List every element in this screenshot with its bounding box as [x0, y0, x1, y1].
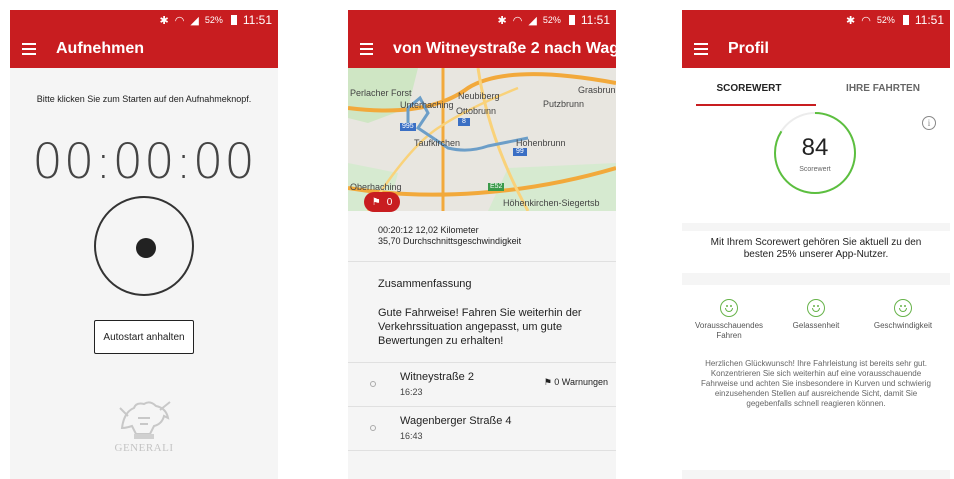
- route-point-icon: [370, 425, 376, 431]
- metric-geschwindigkeit[interactable]: Geschwindigkeit: [860, 299, 946, 341]
- map-label: Grasbrunn: [578, 85, 616, 95]
- trip-stats-line1: 00:20:12 12,02 Kilometer: [378, 225, 479, 235]
- trip-detail-screen: ✱ ◠ ◢ 52% 11:51 von Witneystraße 2 nach …: [348, 10, 616, 479]
- warnings-count: ⚑ 0 Warnungen: [544, 377, 608, 388]
- status-bar: ✱ ◠ ◢ 52% 11:51: [10, 10, 278, 30]
- road-shield: E52: [490, 183, 503, 190]
- metric-label: Geschwindigkeit: [873, 321, 933, 330]
- route-map[interactable]: Perlacher Forst Neubiberg Grasbrunn Unte…: [348, 68, 616, 211]
- map-label: Taufkirchen: [414, 138, 461, 148]
- score-note: Mit Ihrem Scorewert gehören Sie aktuell …: [682, 231, 950, 273]
- hamburger-menu-icon[interactable]: [360, 43, 374, 55]
- battery-percent: 52%: [876, 15, 895, 25]
- route-address: Wagenberger Straße 4: [400, 415, 512, 427]
- record-screen: ✱ ◠ ◢ 52% 11:51 Aufnehmen Bitte klicken …: [10, 10, 278, 479]
- record-hint: Bitte klicken Sie zum Starten auf den Au…: [36, 94, 252, 104]
- page-title: Profil: [728, 40, 769, 57]
- map-label: Oberhaching: [350, 182, 402, 192]
- battery-icon: [902, 15, 909, 25]
- route-time: 16:43: [400, 431, 423, 441]
- driving-metrics: Vorausschauendes Fahren Gelassenheit Ges…: [682, 285, 950, 470]
- map-label: Putzbrunn: [543, 99, 585, 109]
- score-value: 84: [801, 134, 829, 161]
- hamburger-menu-icon[interactable]: [694, 43, 708, 55]
- map-label: Perlacher Forst: [350, 88, 412, 98]
- bluetooth-icon: ✱: [497, 14, 507, 27]
- congrats-text: Herzlichen Glückwunsch! Ihre Fahrleistun…: [701, 359, 931, 408]
- wifi-icon: ◠: [512, 14, 523, 27]
- tab-ihre-fahrten[interactable]: IHRE FAHRTEN: [816, 68, 950, 108]
- battery-percent: 52%: [542, 15, 561, 25]
- app-bar: Profil: [682, 30, 950, 68]
- metric-vorausschauend[interactable]: Vorausschauendes Fahren: [686, 299, 772, 341]
- map-label: Unterhaching: [400, 100, 454, 110]
- battery-icon: [568, 15, 575, 25]
- warnings-label: 0 Warnungen: [554, 377, 608, 387]
- active-tab-indicator: [696, 104, 816, 106]
- page-title: von Witneystraße 2 nach Wag...: [393, 40, 616, 57]
- hamburger-menu-icon[interactable]: [22, 43, 36, 55]
- trip-stats: 00:20:12 12,02 Kilometer 35,70 Durchschn…: [348, 211, 616, 262]
- road-shield: 995: [402, 123, 414, 130]
- record-button[interactable]: [94, 196, 194, 296]
- road-shield: 99: [516, 148, 524, 155]
- smiley-icon: [807, 299, 825, 317]
- score-label: Scorewert: [799, 166, 831, 173]
- tab-scorewert[interactable]: SCOREWERT: [682, 68, 816, 108]
- lion-logo-icon: [119, 401, 171, 439]
- wifi-icon: ◠: [861, 14, 871, 27]
- trip-stats-line2: 35,70 Durchschnittsgeschwindigkeit: [378, 236, 522, 246]
- bluetooth-icon: ✱: [159, 14, 169, 27]
- wifi-icon: ◠: [174, 14, 185, 27]
- battery-percent: 52%: [204, 15, 223, 25]
- route-end[interactable]: Wagenberger Straße 4 16:43: [348, 407, 616, 451]
- road-shield: 8: [462, 118, 466, 125]
- bluetooth-icon: ✱: [846, 14, 856, 27]
- summary-text: Gute Fahrweise! Fahren Sie weiterhin der…: [378, 307, 582, 347]
- status-bar: ✱ ◠ ◢ 52% 11:51: [348, 10, 616, 30]
- metric-label: Gelassenheit: [792, 321, 840, 330]
- summary-title: Zusammenfassung: [378, 278, 472, 290]
- signal-icon: ◢: [190, 14, 199, 27]
- app-bar: von Witneystraße 2 nach Wag...: [348, 30, 616, 68]
- route-start[interactable]: Witneystraße 2 16:23 ⚑ 0 Warnungen: [348, 363, 616, 407]
- map-label: Neubiberg: [458, 91, 500, 101]
- signal-icon: ◢: [528, 14, 537, 27]
- page-title: Aufnehmen: [56, 40, 144, 57]
- flag-count: 0: [386, 196, 393, 208]
- record-dot-icon: [136, 238, 156, 258]
- info-icon[interactable]: i: [922, 116, 936, 130]
- recording-timer: 00:00:00: [32, 134, 256, 190]
- status-bar: ✱ ◠ 52% 11:51: [682, 10, 950, 30]
- map-label: Höhenkirchen-Siegertsb: [503, 198, 600, 208]
- profile-tabs: SCOREWERT IHRE FAHRTEN: [682, 68, 950, 108]
- score-panel: i 84 Scorewert: [682, 108, 950, 223]
- route-point-icon: [370, 381, 376, 387]
- metric-gelassenheit[interactable]: Gelassenheit: [773, 299, 859, 341]
- warning-flag-badge[interactable]: ⚑ 0: [364, 192, 400, 212]
- flag-icon: ⚑: [371, 196, 381, 208]
- map-label: Hohenbrunn: [516, 138, 566, 148]
- smiley-icon: [894, 299, 912, 317]
- trip-summary: Zusammenfassung Gute Fahrweise! Fahren S…: [348, 262, 616, 363]
- flag-icon: ⚑: [543, 377, 555, 387]
- smiley-icon: [720, 299, 738, 317]
- clock: 11:51: [580, 13, 610, 27]
- metric-label: Vorausschauendes Fahren: [694, 321, 764, 340]
- autostart-stop-button[interactable]: Autostart anhalten: [94, 320, 194, 354]
- clock: 11:51: [914, 13, 944, 27]
- generali-logo: GENERALI: [108, 398, 180, 454]
- app-bar: Aufnehmen: [10, 30, 278, 68]
- route-time: 16:23: [400, 387, 423, 397]
- profile-screen: ✱ ◠ 52% 11:51 Profil SCOREWERT IHRE FAHR…: [682, 10, 950, 479]
- logo-text: GENERALI: [114, 442, 174, 454]
- clock: 11:51: [242, 13, 272, 27]
- map-label: Ottobrunn: [456, 106, 497, 116]
- battery-icon: [230, 15, 237, 25]
